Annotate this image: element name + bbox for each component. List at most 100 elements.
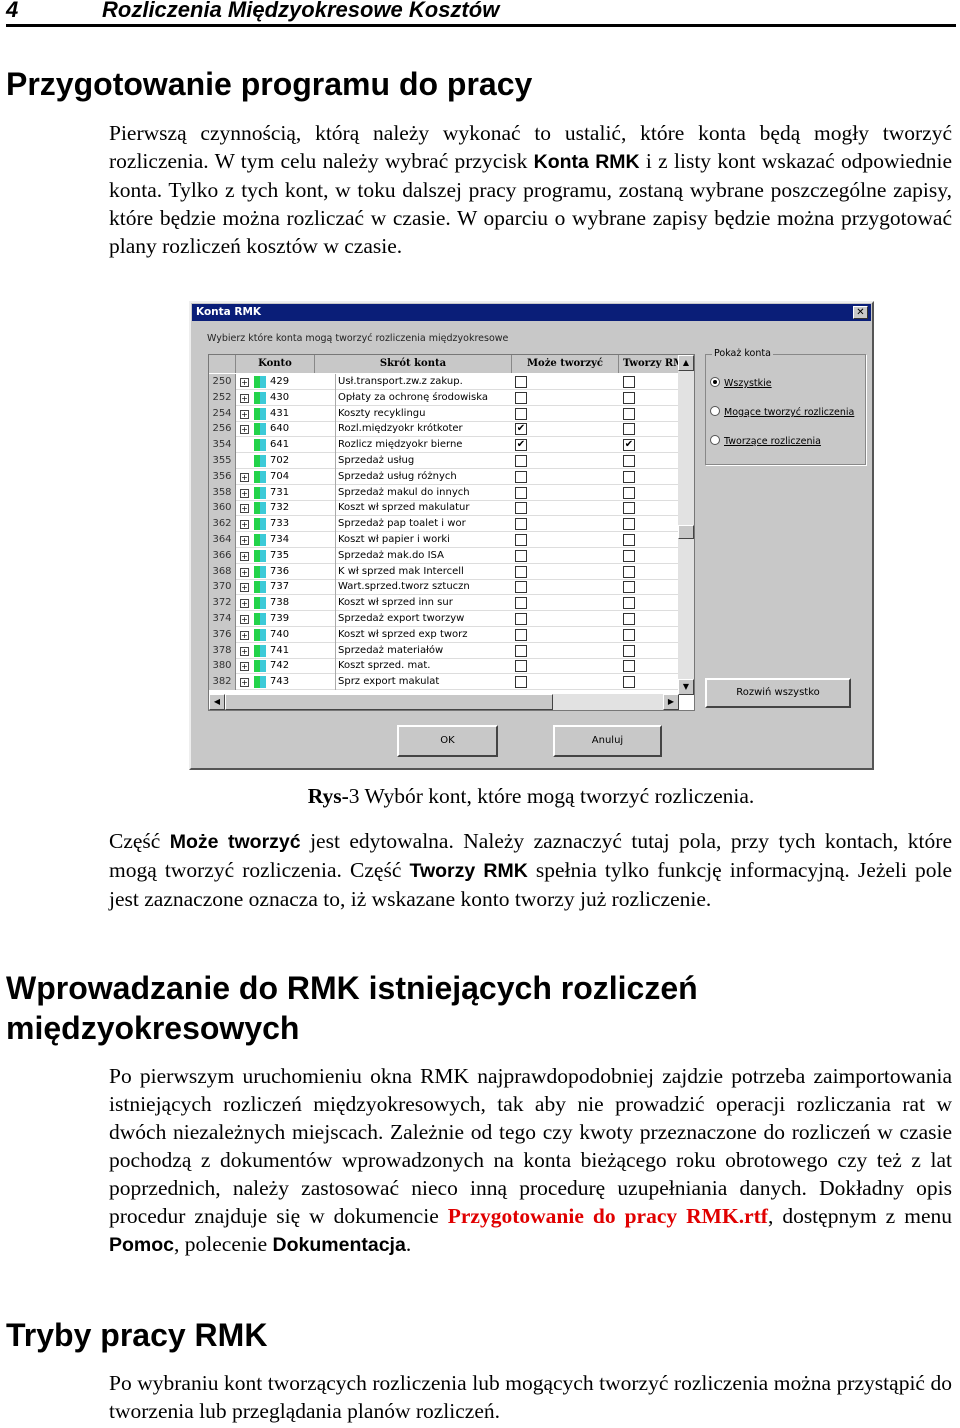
expand-icon[interactable]: + — [240, 536, 249, 545]
column-header-moze[interactable]: Może tworzyć — [512, 355, 619, 373]
table-row[interactable]: 372 +738 Koszt wł sprzed inn sur — [209, 595, 679, 612]
creates-rmk-checkbox[interactable] — [623, 660, 635, 673]
can-create-checkbox[interactable] — [515, 376, 527, 388]
can-create-checkbox[interactable] — [515, 391, 527, 404]
table-row[interactable]: 370 +737 Wart.sprzed.tworz sztuczn — [209, 579, 679, 596]
can-create-checkbox[interactable] — [515, 455, 527, 467]
table-row[interactable]: 376 +740 Koszt wł sprzed exp tworz — [209, 626, 679, 643]
expand-icon[interactable]: + — [240, 615, 249, 624]
creates-rmk-checkbox[interactable] — [623, 391, 635, 404]
can-create-checkbox[interactable] — [515, 628, 527, 641]
expand-icon[interactable]: + — [240, 393, 249, 403]
document-link[interactable]: Przygotowanie do pracy RMK.rtf — [448, 1204, 768, 1228]
expand-icon[interactable]: + — [240, 409, 249, 419]
table-row[interactable]: 254 +431 Koszty recyklingu — [209, 405, 679, 422]
creates-rmk-checkbox[interactable] — [623, 565, 635, 578]
creates-rmk-checkbox[interactable] — [623, 455, 635, 467]
close-button[interactable]: ✕ — [853, 306, 868, 319]
scroll-down-icon[interactable]: ▼ — [678, 679, 694, 695]
scroll-up-icon[interactable]: ▲ — [678, 355, 694, 371]
show-filter-radio[interactable]: Tworzące rozliczenia — [710, 435, 821, 447]
radio-icon[interactable] — [710, 406, 720, 416]
expand-icon[interactable]: + — [240, 662, 249, 672]
show-filter-radio[interactable]: Mogące tworzyć rozliczenia — [710, 406, 854, 418]
creates-rmk-checkbox[interactable]: ✔ — [623, 439, 635, 452]
table-row[interactable]: 356 +704 Sprzedaż usług różnych — [209, 468, 679, 485]
radio-icon[interactable] — [710, 435, 720, 445]
can-create-checkbox[interactable] — [515, 597, 527, 610]
table-row[interactable]: 378 +741 Sprzedaż materiałów — [209, 642, 679, 659]
table-row[interactable]: 362 +733 Sprzedaż pap toalet i wor — [209, 516, 679, 533]
can-create-checkbox[interactable] — [515, 660, 527, 673]
table-row[interactable]: 252 +430 Opłaty za ochronę środowiska — [209, 389, 679, 406]
scroll-right-icon[interactable]: ▶ — [663, 694, 679, 710]
creates-rmk-checkbox[interactable] — [623, 502, 635, 515]
expand-icon[interactable]: + — [240, 520, 249, 530]
column-header-tworzy[interactable]: Tworzy RMK — [619, 355, 679, 373]
table-row[interactable]: 366 +735 Sprzedaż mak.do ISA — [209, 547, 679, 564]
table-row[interactable]: 374 +739 Sprzedaż export tworzyw — [209, 611, 679, 627]
creates-rmk-checkbox[interactable] — [623, 407, 635, 420]
creates-rmk-checkbox[interactable] — [623, 376, 635, 388]
can-create-checkbox[interactable]: ✔ — [515, 439, 527, 452]
expand-icon[interactable]: + — [240, 678, 249, 688]
can-create-checkbox[interactable] — [515, 581, 527, 594]
expand-icon[interactable]: + — [240, 425, 249, 435]
scroll-thumb[interactable] — [678, 525, 694, 539]
creates-rmk-checkbox[interactable] — [623, 676, 635, 689]
expand-icon[interactable]: + — [240, 488, 249, 498]
expand-all-button[interactable]: Rozwiń wszystko — [705, 678, 851, 708]
radio-icon[interactable] — [710, 377, 720, 387]
creates-rmk-checkbox[interactable] — [623, 486, 635, 499]
table-row[interactable]: 355 702 Sprzedaż usług — [209, 453, 679, 469]
expand-icon[interactable]: + — [240, 599, 249, 609]
can-create-checkbox[interactable] — [515, 407, 527, 420]
column-header-skrot[interactable]: Skrót konta — [315, 355, 512, 373]
can-create-checkbox[interactable] — [515, 502, 527, 515]
can-create-checkbox[interactable] — [515, 676, 527, 689]
creates-rmk-checkbox[interactable] — [623, 534, 635, 546]
table-row[interactable]: 256 +640 Rozl.międzyokr krótkoter ✔ — [209, 421, 679, 438]
ok-button[interactable]: OK — [397, 725, 498, 757]
expand-icon[interactable]: + — [240, 472, 249, 482]
table-row[interactable]: 354 641 Rozlicz międzyokr bierne ✔ ✔ — [209, 437, 679, 454]
can-create-checkbox[interactable] — [515, 565, 527, 578]
creates-rmk-checkbox[interactable] — [623, 613, 635, 625]
can-create-checkbox[interactable]: ✔ — [515, 423, 527, 436]
creates-rmk-checkbox[interactable] — [623, 644, 635, 657]
table-row[interactable]: 380 +742 Koszt sprzed. mat. — [209, 658, 679, 675]
creates-rmk-checkbox[interactable] — [623, 470, 635, 483]
expand-icon[interactable]: + — [240, 378, 249, 387]
creates-rmk-checkbox[interactable] — [623, 628, 635, 641]
expand-icon[interactable]: + — [240, 646, 249, 656]
creates-rmk-checkbox[interactable] — [623, 549, 635, 562]
vertical-scrollbar[interactable]: ▲ ▼ — [678, 355, 694, 695]
creates-rmk-checkbox[interactable] — [623, 581, 635, 594]
can-create-checkbox[interactable] — [515, 470, 527, 483]
creates-rmk-checkbox[interactable] — [623, 518, 635, 531]
table-row[interactable]: 368 +736 K wł sprzed mak Intercell — [209, 563, 679, 580]
expand-icon[interactable]: + — [240, 551, 249, 561]
can-create-checkbox[interactable] — [515, 518, 527, 531]
table-row[interactable]: 364 +734 Koszt wł papier i worki — [209, 532, 679, 548]
cancel-button[interactable]: Anuluj — [553, 725, 662, 757]
expand-icon[interactable]: + — [240, 630, 249, 640]
scroll-left-icon[interactable]: ◀ — [209, 694, 225, 710]
expand-icon[interactable]: + — [240, 567, 249, 577]
can-create-checkbox[interactable] — [515, 549, 527, 562]
table-row[interactable]: 382 +743 Sprz export makulat — [209, 674, 679, 691]
creates-rmk-checkbox[interactable] — [623, 597, 635, 610]
horizontal-scrollbar[interactable]: ◀ ▶ — [209, 694, 679, 710]
can-create-checkbox[interactable] — [515, 644, 527, 657]
expand-icon[interactable]: + — [240, 504, 249, 514]
table-row[interactable]: 360 +732 Koszt wł sprzed makulatur — [209, 500, 679, 517]
table-row[interactable]: 358 +731 Sprzedaż makul do innych — [209, 484, 679, 501]
creates-rmk-checkbox[interactable] — [623, 423, 635, 436]
table-row[interactable]: 250 +429 Usł.transport.zw.z zakup. — [209, 374, 679, 390]
hscroll-thumb[interactable] — [225, 694, 553, 710]
can-create-checkbox[interactable] — [515, 486, 527, 499]
show-filter-radio[interactable]: Wszystkie — [710, 377, 772, 389]
expand-icon[interactable]: + — [240, 583, 249, 593]
can-create-checkbox[interactable] — [515, 534, 527, 546]
can-create-checkbox[interactable] — [515, 613, 527, 625]
